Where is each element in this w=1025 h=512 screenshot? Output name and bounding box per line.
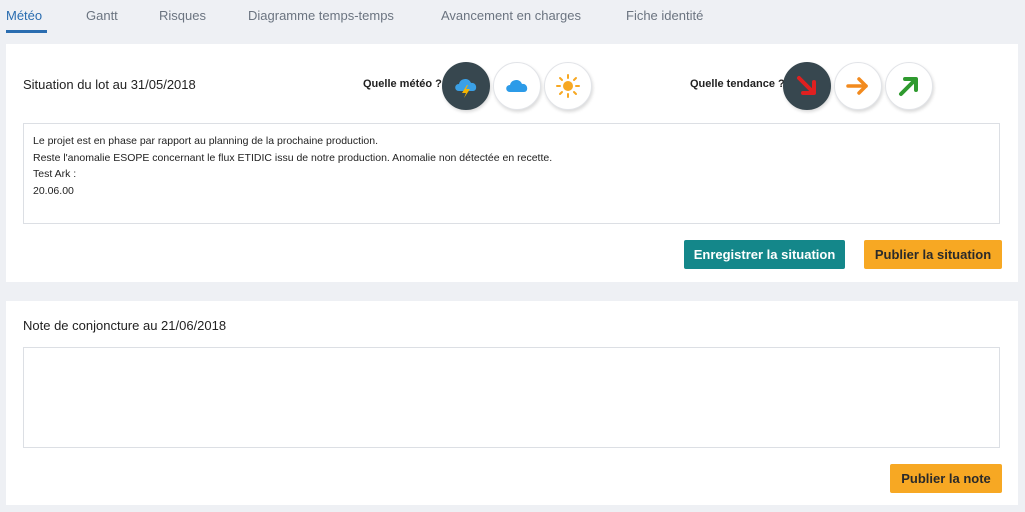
tab-meteo[interactable]: Météo: [6, 8, 42, 23]
arrow-down-right-icon: [797, 76, 816, 95]
situation-card: Situation du lot au 31/05/2018 Quelle mé…: [6, 44, 1018, 282]
tab-fiche-identite[interactable]: Fiche identité: [626, 8, 703, 23]
meteo-option-sun[interactable]: [544, 62, 592, 110]
tab-risques[interactable]: Risques: [159, 8, 206, 23]
tab-diagramme-temps-temps[interactable]: Diagramme temps-temps: [248, 8, 394, 23]
situation-text-line: Test Ark :: [33, 168, 77, 180]
tab-bar: Météo Gantt Risques Diagramme temps-temp…: [0, 0, 1025, 34]
publish-note-button[interactable]: Publier la note: [890, 464, 1002, 493]
active-tab-indicator: [6, 30, 47, 33]
note-textarea[interactable]: [23, 347, 1000, 448]
note-title: Note de conjoncture au 21/06/2018: [23, 318, 227, 333]
situation-textarea[interactable]: Le projet est en phase par rapport au pl…: [23, 123, 1000, 224]
storm-cloud-icon: [455, 78, 477, 98]
save-situation-button[interactable]: Enregistrer la situation: [684, 240, 845, 269]
situation-title: Situation du lot au 31/05/2018: [23, 77, 196, 92]
tendance-option-stable[interactable]: [834, 62, 882, 110]
situation-text-line: 20.06.00: [33, 184, 74, 197]
tendance-question-label: Quelle tendance ?: [690, 78, 785, 90]
meteo-option-storm[interactable]: [442, 62, 490, 110]
situation-text-line: Reste l'anomalie ESOPE concernant le flu…: [33, 151, 553, 164]
arrow-right-icon: [846, 77, 868, 95]
tab-gantt[interactable]: Gantt: [86, 8, 118, 23]
tendance-option-down[interactable]: [783, 62, 831, 110]
tab-avancement-en-charges[interactable]: Avancement en charges: [441, 8, 581, 23]
arrow-up-right-icon: [899, 77, 918, 96]
cloud-icon: [506, 79, 528, 92]
meteo-question-label: Quelle météo ?: [363, 78, 442, 90]
note-card: Note de conjoncture au 21/06/2018 Publie…: [6, 301, 1018, 505]
tendance-option-up[interactable]: [885, 62, 933, 110]
situation-text-line: Le projet est en phase par rapport au pl…: [33, 135, 378, 147]
publish-situation-button[interactable]: Publier la situation: [864, 240, 1002, 269]
meteo-option-cloud[interactable]: [493, 62, 541, 110]
sun-icon: [556, 74, 580, 98]
